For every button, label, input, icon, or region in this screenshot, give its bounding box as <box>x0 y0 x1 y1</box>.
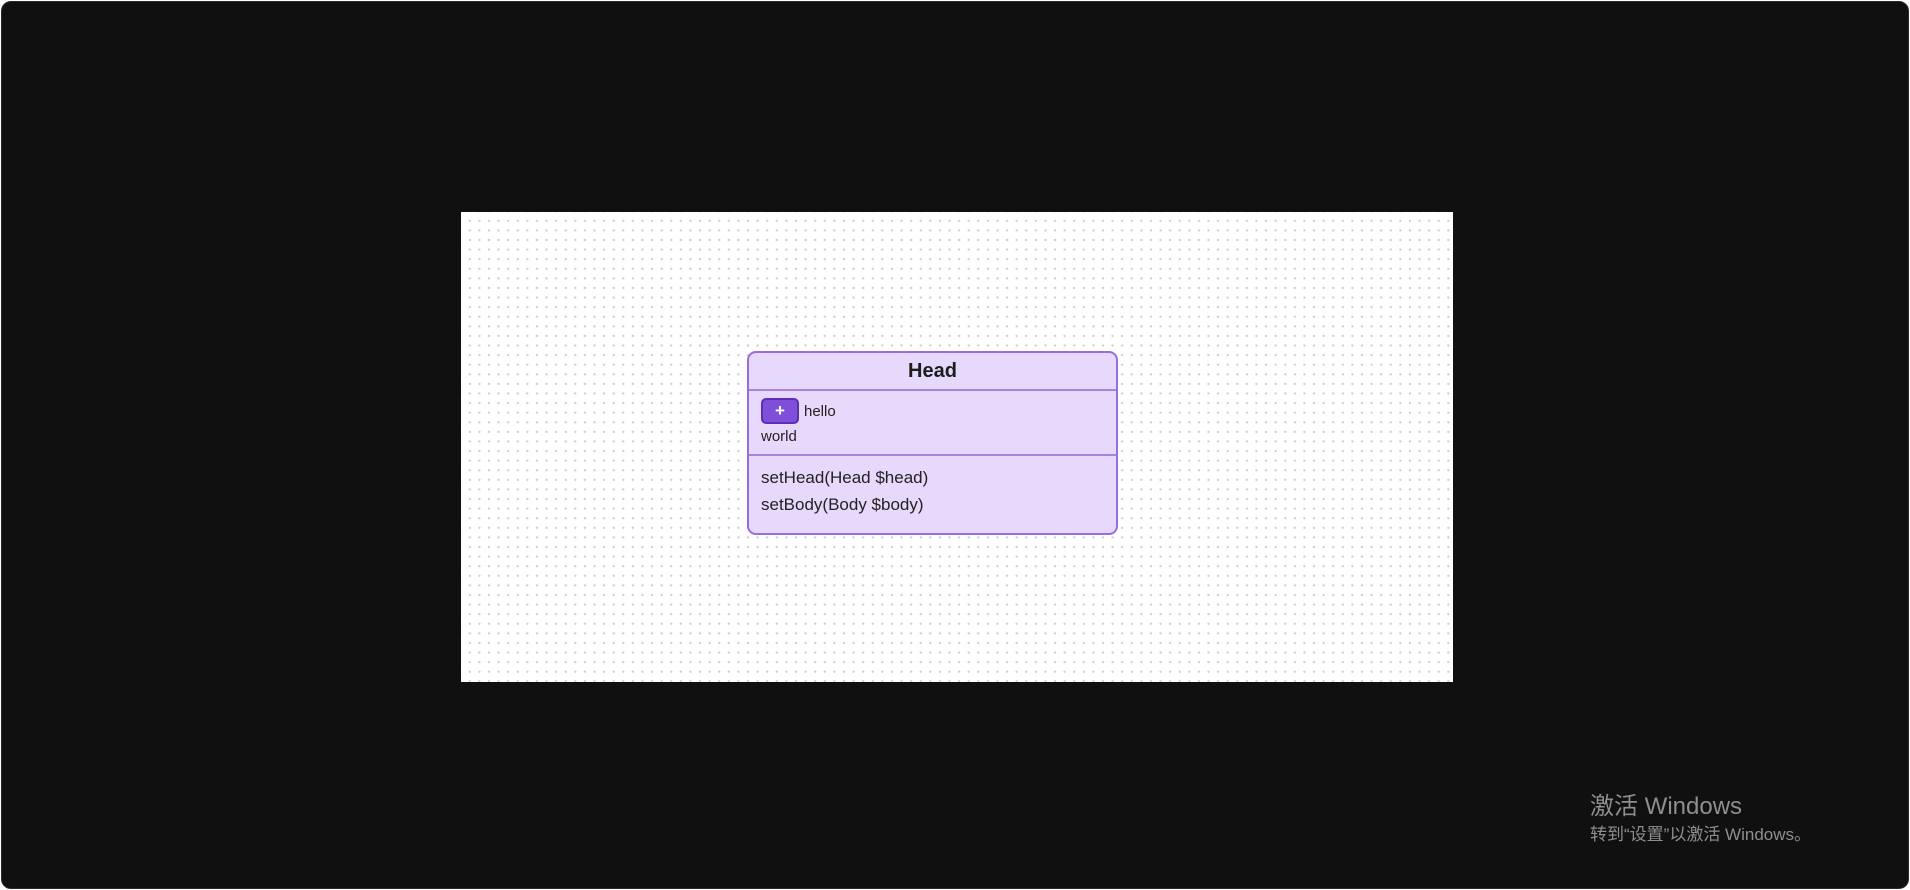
class-title[interactable]: Head <box>749 353 1116 391</box>
diagram-canvas[interactable]: Head + hello world setHead(Head $head) s… <box>461 212 1453 682</box>
methods-section: setHead(Head $head) setBody(Body $body) <box>749 456 1116 518</box>
windows-activation-watermark: 激活 Windows 转到“设置”以激活 Windows。 <box>1590 792 1811 846</box>
watermark-subtitle: 转到“设置”以激活 Windows。 <box>1590 825 1812 844</box>
property-hello[interactable]: hello <box>804 403 836 420</box>
method-set-body[interactable]: setBody(Body $body) <box>761 491 1116 518</box>
app-window: Head + hello world setHead(Head $head) s… <box>1 1 1909 889</box>
method-set-head[interactable]: setHead(Head $head) <box>761 464 1116 491</box>
properties-section: + hello world <box>749 391 1116 456</box>
property-row: + hello <box>761 397 1116 425</box>
uml-class-node[interactable]: Head + hello world setHead(Head $head) s… <box>747 351 1118 535</box>
plus-icon: + <box>775 401 785 420</box>
property-world[interactable]: world <box>761 428 797 445</box>
watermark-title: 激活 Windows <box>1590 793 1743 820</box>
property-row: world <box>761 425 1116 447</box>
add-property-button[interactable]: + <box>761 398 799 424</box>
